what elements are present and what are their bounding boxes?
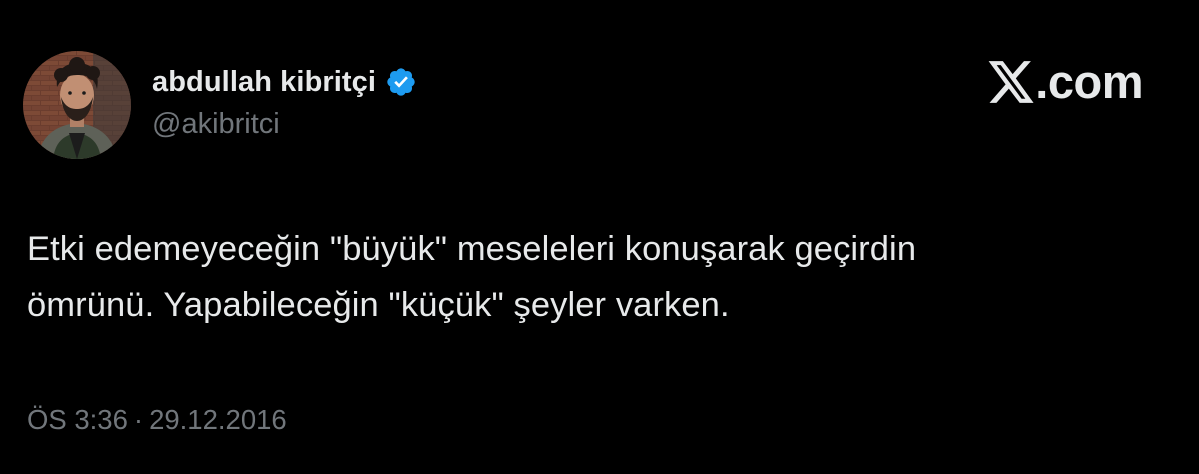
avatar[interactable] [23,51,131,159]
avatar-photo [23,51,131,159]
tweet-text-line: ömrünü. Yapabileceğin "küçük" şeyler var… [27,286,730,324]
author-info[interactable]: abdullah kibritçi @akibritci [152,62,417,141]
handle[interactable]: @akibritci [152,108,417,141]
tweet-time: ÖS 3:36 [27,404,128,435]
tweet-text: Etki edemeyeceğin "büyük" meseleleri kon… [27,221,1147,333]
verified-badge-icon [385,66,417,98]
tweet-date: 29.12.2016 [149,404,287,435]
x-logo-icon [986,59,1036,105]
tweet-card: abdullah kibritçi @akibritci .com Etki e… [0,0,1199,474]
meta-separator: · [133,404,144,435]
tweet-timestamp[interactable]: ÖS 3:36 · 29.12.2016 [27,404,287,436]
display-name[interactable]: abdullah kibritçi [152,66,376,99]
brand-logo: .com [986,58,1143,105]
brand-domain: .com [1035,55,1143,108]
name-row: abdullah kibritçi [152,62,417,102]
tweet-text-line: Etki edemeyeceğin "büyük" meseleleri kon… [27,230,917,268]
